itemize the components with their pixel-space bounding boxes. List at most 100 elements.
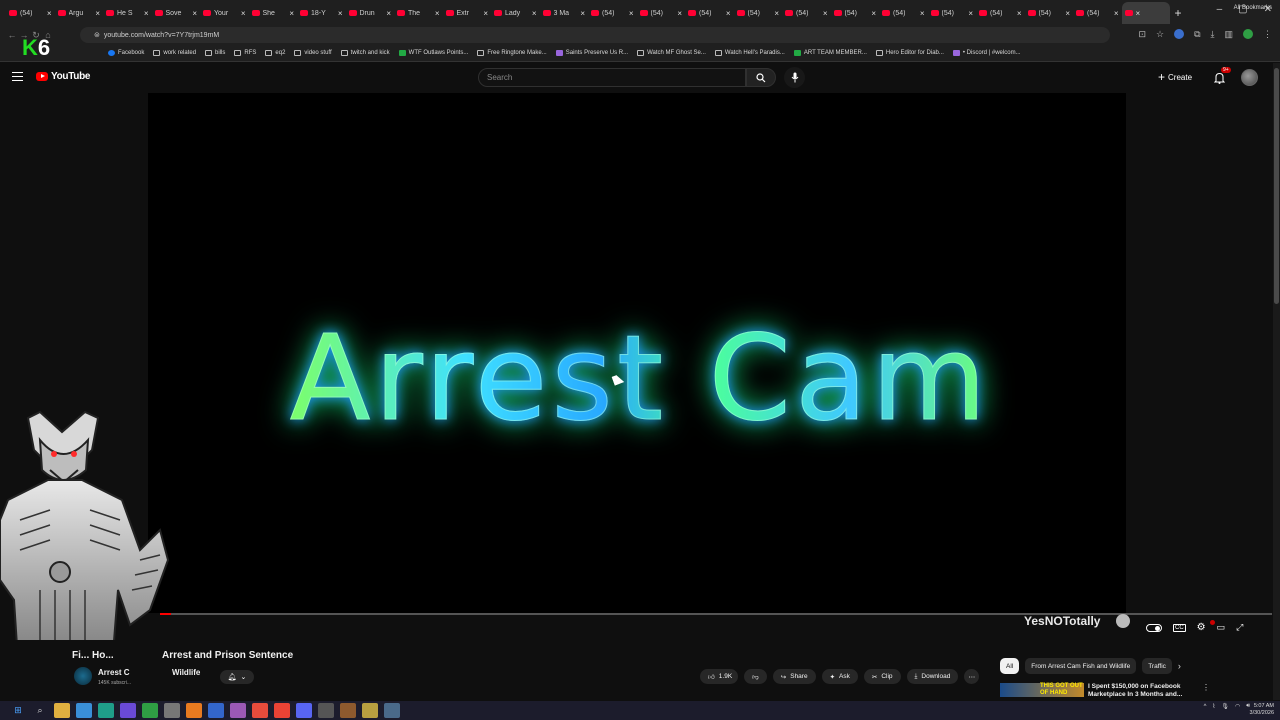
bookmark-item[interactable]: ART TEAM MEMBER...	[793, 49, 867, 56]
youtube-logo[interactable]: YouTube	[36, 71, 91, 82]
browser-tab[interactable]: Argu ×	[55, 2, 104, 24]
browser-tab[interactable]: (54) ×	[637, 2, 686, 24]
close-tab-icon[interactable]: ×	[871, 9, 876, 18]
bookmark-item[interactable]: work related	[153, 49, 196, 56]
close-tab-icon[interactable]: ×	[677, 9, 682, 18]
fullscreen-icon[interactable]: ⤢	[1236, 622, 1243, 633]
captions-icon[interactable]: CC	[1173, 623, 1186, 632]
address-bar[interactable]: ⊜ youtube.com/watch?v=7Y7trjm19mM	[80, 27, 1110, 43]
taskbar-search-icon[interactable]: ⌕	[32, 703, 48, 718]
video-progress-bar[interactable]	[160, 613, 1272, 615]
settings-gear-icon[interactable]: ⚙	[1197, 622, 1206, 633]
taskbar-app-icon[interactable]	[186, 703, 202, 718]
browser-tab[interactable]: The ×	[394, 2, 443, 24]
taskbar-app-icon[interactable]	[252, 703, 268, 718]
network-icon[interactable]: ⌇	[1212, 703, 1215, 710]
channel-name-rest[interactable]: Wildlife	[172, 668, 200, 677]
browser-tab[interactable]: (54) ×	[1073, 2, 1122, 24]
close-tab-icon[interactable]: ×	[1114, 9, 1119, 18]
browser-tab[interactable]: (54) ×	[928, 2, 977, 24]
bookmark-item[interactable]: eq2	[265, 49, 285, 56]
browser-menu-icon[interactable]: ⋮	[1263, 29, 1272, 40]
taskbar-app-icon[interactable]	[76, 703, 92, 718]
chrome-icon[interactable]	[274, 703, 290, 718]
channel-avatar[interactable]	[74, 667, 92, 685]
browser-tab[interactable]: 3 Ma ×	[540, 2, 589, 24]
bookmark-item[interactable]: RFS	[234, 49, 256, 56]
close-tab-icon[interactable]: ×	[823, 9, 828, 18]
browser-tab[interactable]: Sove ×	[152, 2, 201, 24]
bookmark-item[interactable]: bills	[205, 49, 225, 56]
taskbar-app-icon[interactable]	[340, 703, 356, 718]
account-avatar[interactable]	[1241, 69, 1258, 86]
dislike-button[interactable]: 👎︎	[744, 669, 767, 684]
browser-tab[interactable]: Drun ×	[346, 2, 395, 24]
taskbar-app-icon[interactable]	[318, 703, 334, 718]
taskbar-app-icon[interactable]	[362, 703, 378, 718]
mic-tray-icon[interactable]: 🎙︎	[1221, 703, 1229, 710]
bookmark-item[interactable]: Saints Preserve Us R...	[555, 49, 628, 56]
close-tab-icon[interactable]: ×	[629, 9, 634, 18]
bookmark-star-icon[interactable]: ☆	[1156, 29, 1164, 40]
close-tab-icon[interactable]: ×	[1136, 9, 1141, 18]
tray-chevron-icon[interactable]: ^	[1204, 704, 1207, 710]
share-button[interactable]: ↪ Share	[772, 669, 816, 684]
browser-tab[interactable]: Your ×	[200, 2, 249, 24]
bookmark-item[interactable]: Facebook	[108, 49, 144, 56]
autoplay-toggle[interactable]	[1146, 623, 1162, 632]
bookmark-item[interactable]: WTF Outlaws Points...	[398, 49, 468, 56]
page-scrollbar[interactable]	[1273, 63, 1280, 700]
hamburger-menu-icon[interactable]	[12, 72, 23, 81]
close-tab-icon[interactable]: ×	[1017, 9, 1022, 18]
browser-tab[interactable]: (54) ×	[6, 2, 55, 24]
taskbar-app-icon[interactable]	[120, 703, 136, 718]
browser-tab[interactable]: (54) ×	[588, 2, 637, 24]
taskbar-app-icon[interactable]	[98, 703, 114, 718]
close-tab-icon[interactable]: ×	[920, 9, 925, 18]
browser-tab[interactable]: (54) ×	[734, 2, 783, 24]
chevron-right-icon[interactable]: ›	[1178, 661, 1181, 671]
install-icon[interactable]: ⊡	[1138, 29, 1146, 40]
more-vertical-icon[interactable]: ⋮	[1202, 683, 1210, 697]
site-info-icon[interactable]: ⊜	[94, 31, 100, 39]
like-button[interactable]: 👍︎ 1.9K	[700, 669, 739, 684]
all-bookmarks[interactable]: All Bookmarks	[1234, 5, 1272, 11]
extension-icon[interactable]	[1174, 29, 1185, 39]
browser-tab-active[interactable]: ×	[1121, 2, 1170, 24]
close-tab-icon[interactable]: ×	[774, 9, 779, 18]
taskbar-app-icon[interactable]	[164, 703, 180, 718]
close-tab-icon[interactable]: ×	[1065, 9, 1070, 18]
browser-tab[interactable]: (54) ×	[782, 2, 831, 24]
download-button[interactable]: ⤓ Download	[906, 669, 959, 684]
bookmark-item[interactable]: Free Ringtone Make...	[477, 49, 547, 56]
filter-chip[interactable]: From Arrest Cam Fish and Wildlife	[1025, 658, 1137, 674]
more-actions-button[interactable]: ⋯	[964, 669, 980, 684]
close-tab-icon[interactable]: ×	[241, 9, 246, 18]
taskbar-app-icon[interactable]	[142, 703, 158, 718]
wifi-icon[interactable]: ◠	[1235, 703, 1240, 710]
create-button[interactable]: + Create	[1158, 69, 1192, 85]
bookmark-item[interactable]: twitch and kick	[340, 49, 390, 56]
browser-tab[interactable]: (54) ×	[831, 2, 880, 24]
recommended-video[interactable]: THIS GOT OUT OF HAND I Spent $150,000 on…	[1000, 683, 1270, 698]
recommended-title[interactable]: I Spent $150,000 on Facebook Marketplace…	[1088, 683, 1198, 698]
close-tab-icon[interactable]: ×	[483, 9, 488, 18]
close-tab-icon[interactable]: ×	[338, 9, 343, 18]
close-tab-icon[interactable]: ×	[580, 9, 585, 18]
downloads-icon[interactable]: ⤓	[1211, 29, 1215, 40]
browser-tab[interactable]: Extr ×	[443, 2, 492, 24]
filter-chip[interactable]: Traffic	[1142, 658, 1172, 674]
bookmark-item[interactable]: video stuff	[294, 49, 332, 56]
ask-button[interactable]: ✦ Ask	[821, 669, 858, 684]
channel-name[interactable]: Arrest C	[98, 668, 130, 677]
close-tab-icon[interactable]: ×	[968, 9, 973, 18]
discord-icon[interactable]	[296, 703, 312, 718]
close-tab-icon[interactable]: ×	[386, 9, 391, 18]
close-tab-icon[interactable]: ×	[532, 9, 537, 18]
browser-tab[interactable]: (54) ×	[685, 2, 734, 24]
video-player[interactable]: Arrest Cam	[148, 93, 1126, 613]
windows-start-icon[interactable]: ⊞	[10, 703, 26, 718]
recommended-thumbnail[interactable]: THIS GOT OUT OF HAND	[1000, 683, 1084, 697]
new-tab-button[interactable]: +	[1170, 6, 1186, 20]
filter-chip[interactable]: All	[1000, 658, 1020, 674]
